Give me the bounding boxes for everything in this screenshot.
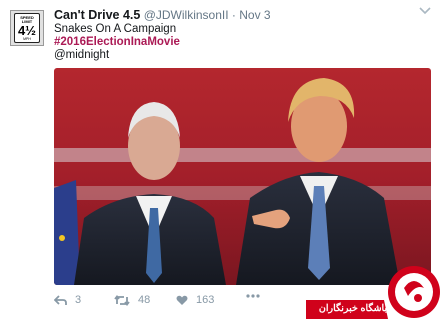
mention-link[interactable]: @midnight <box>54 49 109 61</box>
tweet-text-line: Snakes On A Campaign <box>54 23 177 35</box>
tweet-photo[interactable] <box>54 68 431 285</box>
user-handle[interactable]: @JDWilkinsonII <box>144 8 229 22</box>
hashtag-link[interactable]: #2016ElectionInaMovie <box>54 36 180 48</box>
reply-icon[interactable] <box>54 294 67 306</box>
reply-action[interactable]: 3 <box>54 294 81 306</box>
retweet-action[interactable]: 48 <box>114 294 150 306</box>
more-icon[interactable] <box>246 294 260 298</box>
header-separator: · <box>231 8 236 22</box>
like-action[interactable]: 163 <box>176 294 214 306</box>
sign-number: 4½ <box>17 23 37 38</box>
speed-limit-sign: SPEED LIMIT 4½ MPH <box>14 13 40 43</box>
heart-icon[interactable] <box>176 295 188 306</box>
reply-count: 3 <box>75 294 82 306</box>
chevron-down-icon[interactable] <box>419 6 431 18</box>
retweet-count: 48 <box>138 294 151 306</box>
retweet-icon[interactable] <box>114 294 130 306</box>
avatar[interactable]: SPEED LIMIT 4½ MPH <box>10 10 44 46</box>
sign-unit-text: MPH <box>23 37 31 41</box>
display-name[interactable]: Can't Drive 4.5 <box>54 8 140 22</box>
like-count: 163 <box>196 294 215 306</box>
tweet-date[interactable]: Nov 3 <box>239 8 270 22</box>
watermark-text: باشگاه خبرنگاران <box>318 303 388 314</box>
tweet-header: Can't Drive 4.5 @JDWilkinsonII · Nov 3 <box>54 8 271 22</box>
